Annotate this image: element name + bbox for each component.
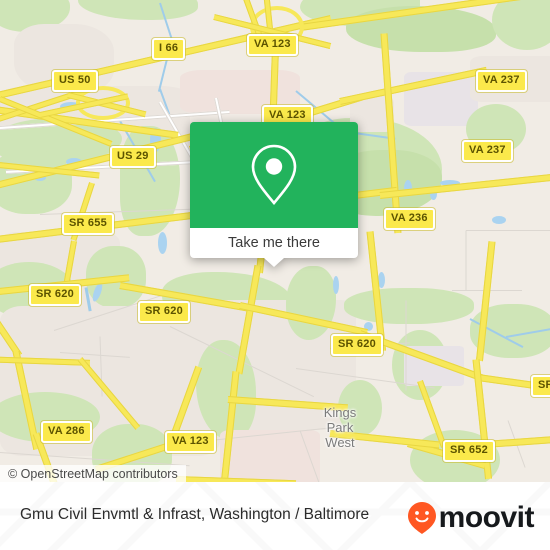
route-shield-sr-652[interactable]: SR 652 — [443, 440, 495, 462]
moovit-wordmark: moovit — [438, 501, 535, 534]
take-me-there-label: Take me there — [228, 235, 320, 251]
popup-tail — [264, 258, 284, 267]
route-shield-va-286[interactable]: VA 286 — [41, 421, 92, 443]
route-shield-sr-620[interactable]: SR 620 — [138, 301, 190, 323]
route-shield-sr[interactable]: SR — [531, 375, 550, 397]
map-screenshot: Kings Park West I 66 US 50 VA 123 VA 237… — [0, 0, 550, 550]
map-canvas[interactable]: Kings Park West I 66 US 50 VA 123 VA 237… — [0, 0, 550, 482]
route-shield-us-50[interactable]: US 50 — [52, 70, 98, 92]
osm-attribution[interactable]: © OpenStreetMap contributors — [0, 465, 186, 482]
route-shield-i-66[interactable]: I 66 — [152, 38, 186, 60]
moovit-brand[interactable]: moovit — [407, 501, 535, 535]
route-shield-va-123[interactable]: VA 123 — [165, 431, 216, 453]
moovit-smiley-pin-icon — [407, 502, 436, 534]
route-shield-va-236[interactable]: VA 236 — [384, 208, 435, 230]
route-shield-va-237[interactable]: VA 237 — [462, 140, 513, 162]
map-pin-icon — [251, 144, 297, 206]
location-popup[interactable]: Take me there — [190, 122, 358, 267]
route-shield-va-123[interactable]: VA 123 — [247, 34, 298, 56]
route-shield-us-29[interactable]: US 29 — [110, 146, 156, 168]
footer-bar: Gmu Civil Envmtl & Infrast, Washington /… — [0, 482, 550, 550]
route-shield-sr-620[interactable]: SR 620 — [331, 334, 383, 356]
route-shield-va-237[interactable]: VA 237 — [476, 70, 527, 92]
location-title: Gmu Civil Envmtl & Infrast, Washington /… — [20, 506, 370, 523]
route-shield-sr-655[interactable]: SR 655 — [62, 213, 114, 235]
popup-header — [190, 122, 358, 228]
route-shield-sr-620[interactable]: SR 620 — [29, 284, 81, 306]
popup-footer[interactable]: Take me there — [190, 228, 358, 267]
